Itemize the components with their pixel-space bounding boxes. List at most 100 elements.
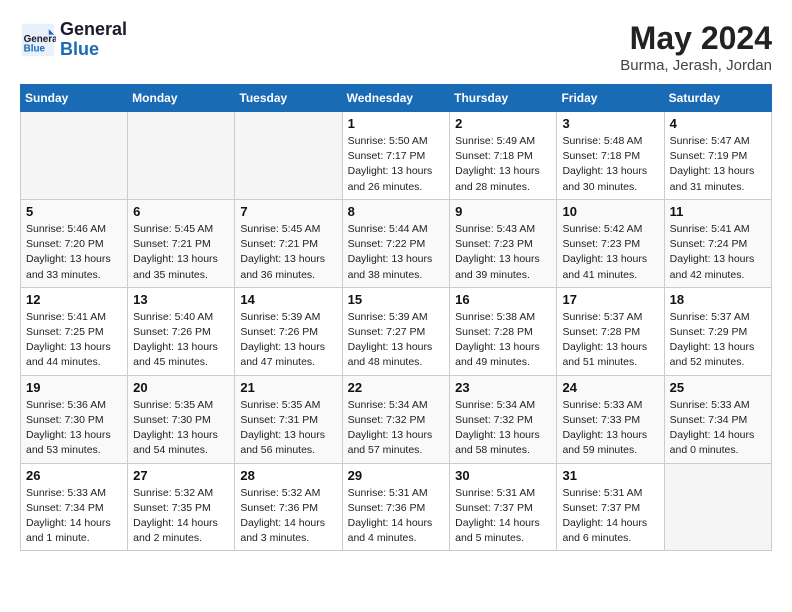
calendar-cell: 18 Sunrise: 5:37 AM Sunset: 7:29 PM Dayli… bbox=[664, 287, 771, 375]
cell-info: Sunrise: 5:40 AM Sunset: 7:26 PM Dayligh… bbox=[133, 310, 229, 371]
cell-info: Sunrise: 5:49 AM Sunset: 7:18 PM Dayligh… bbox=[455, 134, 551, 195]
logo: General Blue General Blue bbox=[20, 20, 127, 60]
col-header-wednesday: Wednesday bbox=[342, 85, 450, 112]
calendar-cell: 26 Sunrise: 5:33 AM Sunset: 7:34 PM Dayli… bbox=[21, 463, 128, 551]
col-header-tuesday: Tuesday bbox=[235, 85, 342, 112]
calendar-cell: 11 Sunrise: 5:41 AM Sunset: 7:24 PM Dayli… bbox=[664, 199, 771, 287]
cell-info: Sunrise: 5:31 AM Sunset: 7:37 PM Dayligh… bbox=[455, 486, 551, 547]
calendar-cell: 17 Sunrise: 5:37 AM Sunset: 7:28 PM Dayli… bbox=[557, 287, 664, 375]
cell-info: Sunrise: 5:31 AM Sunset: 7:36 PM Dayligh… bbox=[348, 486, 445, 547]
logo-icon: General Blue bbox=[20, 22, 56, 58]
calendar-cell: 19 Sunrise: 5:36 AM Sunset: 7:30 PM Dayli… bbox=[21, 375, 128, 463]
day-number: 1 bbox=[348, 116, 445, 131]
cell-info: Sunrise: 5:44 AM Sunset: 7:22 PM Dayligh… bbox=[348, 222, 445, 283]
calendar-cell: 13 Sunrise: 5:40 AM Sunset: 7:26 PM Dayli… bbox=[128, 287, 235, 375]
calendar-cell: 14 Sunrise: 5:39 AM Sunset: 7:26 PM Dayli… bbox=[235, 287, 342, 375]
week-row-0: 1Sunrise: 5:50 AM Sunset: 7:17 PM Daylig… bbox=[21, 112, 772, 200]
day-number: 13 bbox=[133, 292, 229, 307]
col-header-friday: Friday bbox=[557, 85, 664, 112]
calendar-cell: 12 Sunrise: 5:41 AM Sunset: 7:25 PM Dayli… bbox=[21, 287, 128, 375]
cell-info: Sunrise: 5:41 AM Sunset: 7:25 PM Dayligh… bbox=[26, 310, 122, 371]
calendar-cell: 3Sunrise: 5:48 AM Sunset: 7:18 PM Daylig… bbox=[557, 112, 664, 200]
cell-info: Sunrise: 5:33 AM Sunset: 7:33 PM Dayligh… bbox=[562, 398, 658, 459]
calendar-cell: 10 Sunrise: 5:42 AM Sunset: 7:23 PM Dayli… bbox=[557, 199, 664, 287]
day-number: 8 bbox=[348, 204, 445, 219]
day-number: 17 bbox=[562, 292, 658, 307]
day-number: 19 bbox=[26, 380, 122, 395]
cell-info: Sunrise: 5:39 AM Sunset: 7:26 PM Dayligh… bbox=[240, 310, 336, 371]
cell-info: Sunrise: 5:38 AM Sunset: 7:28 PM Dayligh… bbox=[455, 310, 551, 371]
calendar-cell: 27 Sunrise: 5:32 AM Sunset: 7:35 PM Dayli… bbox=[128, 463, 235, 551]
cell-info: Sunrise: 5:37 AM Sunset: 7:28 PM Dayligh… bbox=[562, 310, 658, 371]
day-number: 27 bbox=[133, 468, 229, 483]
cell-info: Sunrise: 5:31 AM Sunset: 7:37 PM Dayligh… bbox=[562, 486, 658, 547]
calendar-cell bbox=[235, 112, 342, 200]
day-number: 2 bbox=[455, 116, 551, 131]
calendar-cell: 28Sunrise: 5:32 AM Sunset: 7:36 PM Dayli… bbox=[235, 463, 342, 551]
calendar-cell: 23 Sunrise: 5:34 AM Sunset: 7:32 PM Dayli… bbox=[450, 375, 557, 463]
day-number: 11 bbox=[670, 204, 766, 219]
day-number: 12 bbox=[26, 292, 122, 307]
calendar-cell: 6 Sunrise: 5:45 AM Sunset: 7:21 PM Daylig… bbox=[128, 199, 235, 287]
day-number: 15 bbox=[348, 292, 445, 307]
calendar-cell: 30 Sunrise: 5:31 AM Sunset: 7:37 PM Dayli… bbox=[450, 463, 557, 551]
cell-info: Sunrise: 5:34 AM Sunset: 7:32 PM Dayligh… bbox=[455, 398, 551, 459]
calendar-cell: 7 Sunrise: 5:45 AM Sunset: 7:21 PM Daylig… bbox=[235, 199, 342, 287]
col-header-monday: Monday bbox=[128, 85, 235, 112]
cell-info: Sunrise: 5:33 AM Sunset: 7:34 PM Dayligh… bbox=[26, 486, 122, 547]
day-number: 18 bbox=[670, 292, 766, 307]
calendar-cell: 1Sunrise: 5:50 AM Sunset: 7:17 PM Daylig… bbox=[342, 112, 450, 200]
cell-info: Sunrise: 5:35 AM Sunset: 7:30 PM Dayligh… bbox=[133, 398, 229, 459]
day-number: 3 bbox=[562, 116, 658, 131]
cell-info: Sunrise: 5:37 AM Sunset: 7:29 PM Dayligh… bbox=[670, 310, 766, 371]
calendar-cell: 5Sunrise: 5:46 AM Sunset: 7:20 PM Daylig… bbox=[21, 199, 128, 287]
calendar-cell: 20Sunrise: 5:35 AM Sunset: 7:30 PM Dayli… bbox=[128, 375, 235, 463]
calendar-cell: 9Sunrise: 5:43 AM Sunset: 7:23 PM Daylig… bbox=[450, 199, 557, 287]
calendar-cell: 15 Sunrise: 5:39 AM Sunset: 7:27 PM Dayli… bbox=[342, 287, 450, 375]
calendar-cell: 24Sunrise: 5:33 AM Sunset: 7:33 PM Dayli… bbox=[557, 375, 664, 463]
month-title: May 2024 bbox=[620, 20, 772, 57]
cell-info: Sunrise: 5:45 AM Sunset: 7:21 PM Dayligh… bbox=[240, 222, 336, 283]
cell-info: Sunrise: 5:35 AM Sunset: 7:31 PM Dayligh… bbox=[240, 398, 336, 459]
calendar-cell: 31Sunrise: 5:31 AM Sunset: 7:37 PM Dayli… bbox=[557, 463, 664, 551]
week-row-1: 5Sunrise: 5:46 AM Sunset: 7:20 PM Daylig… bbox=[21, 199, 772, 287]
cell-info: Sunrise: 5:45 AM Sunset: 7:21 PM Dayligh… bbox=[133, 222, 229, 283]
cell-info: Sunrise: 5:39 AM Sunset: 7:27 PM Dayligh… bbox=[348, 310, 445, 371]
day-number: 14 bbox=[240, 292, 336, 307]
calendar-table: SundayMondayTuesdayWednesdayThursdayFrid… bbox=[20, 84, 772, 551]
svg-text:Blue: Blue bbox=[24, 43, 46, 54]
day-number: 23 bbox=[455, 380, 551, 395]
day-number: 22 bbox=[348, 380, 445, 395]
calendar-cell: 21 Sunrise: 5:35 AM Sunset: 7:31 PM Dayli… bbox=[235, 375, 342, 463]
calendar-cell: 16Sunrise: 5:38 AM Sunset: 7:28 PM Dayli… bbox=[450, 287, 557, 375]
calendar-cell: 4Sunrise: 5:47 AM Sunset: 7:19 PM Daylig… bbox=[664, 112, 771, 200]
calendar-cell: 8 Sunrise: 5:44 AM Sunset: 7:22 PM Daylig… bbox=[342, 199, 450, 287]
calendar-cell bbox=[21, 112, 128, 200]
day-number: 7 bbox=[240, 204, 336, 219]
calendar-cell: 25Sunrise: 5:33 AM Sunset: 7:34 PM Dayli… bbox=[664, 375, 771, 463]
day-number: 29 bbox=[348, 468, 445, 483]
cell-info: Sunrise: 5:32 AM Sunset: 7:35 PM Dayligh… bbox=[133, 486, 229, 547]
week-row-2: 12 Sunrise: 5:41 AM Sunset: 7:25 PM Dayli… bbox=[21, 287, 772, 375]
location: Burma, Jerash, Jordan bbox=[620, 57, 772, 74]
day-number: 6 bbox=[133, 204, 229, 219]
title-block: May 2024 Burma, Jerash, Jordan bbox=[620, 20, 772, 74]
header-row: SundayMondayTuesdayWednesdayThursdayFrid… bbox=[21, 85, 772, 112]
day-number: 30 bbox=[455, 468, 551, 483]
day-number: 28 bbox=[240, 468, 336, 483]
cell-info: Sunrise: 5:36 AM Sunset: 7:30 PM Dayligh… bbox=[26, 398, 122, 459]
day-number: 21 bbox=[240, 380, 336, 395]
day-number: 26 bbox=[26, 468, 122, 483]
col-header-thursday: Thursday bbox=[450, 85, 557, 112]
calendar-cell: 29 Sunrise: 5:31 AM Sunset: 7:36 PM Dayli… bbox=[342, 463, 450, 551]
day-number: 10 bbox=[562, 204, 658, 219]
cell-info: Sunrise: 5:41 AM Sunset: 7:24 PM Dayligh… bbox=[670, 222, 766, 283]
cell-info: Sunrise: 5:43 AM Sunset: 7:23 PM Dayligh… bbox=[455, 222, 551, 283]
week-row-3: 19 Sunrise: 5:36 AM Sunset: 7:30 PM Dayli… bbox=[21, 375, 772, 463]
calendar-cell bbox=[128, 112, 235, 200]
calendar-cell: 2 Sunrise: 5:49 AM Sunset: 7:18 PM Daylig… bbox=[450, 112, 557, 200]
col-header-sunday: Sunday bbox=[21, 85, 128, 112]
cell-info: Sunrise: 5:42 AM Sunset: 7:23 PM Dayligh… bbox=[562, 222, 658, 283]
day-number: 5 bbox=[26, 204, 122, 219]
col-header-saturday: Saturday bbox=[664, 85, 771, 112]
